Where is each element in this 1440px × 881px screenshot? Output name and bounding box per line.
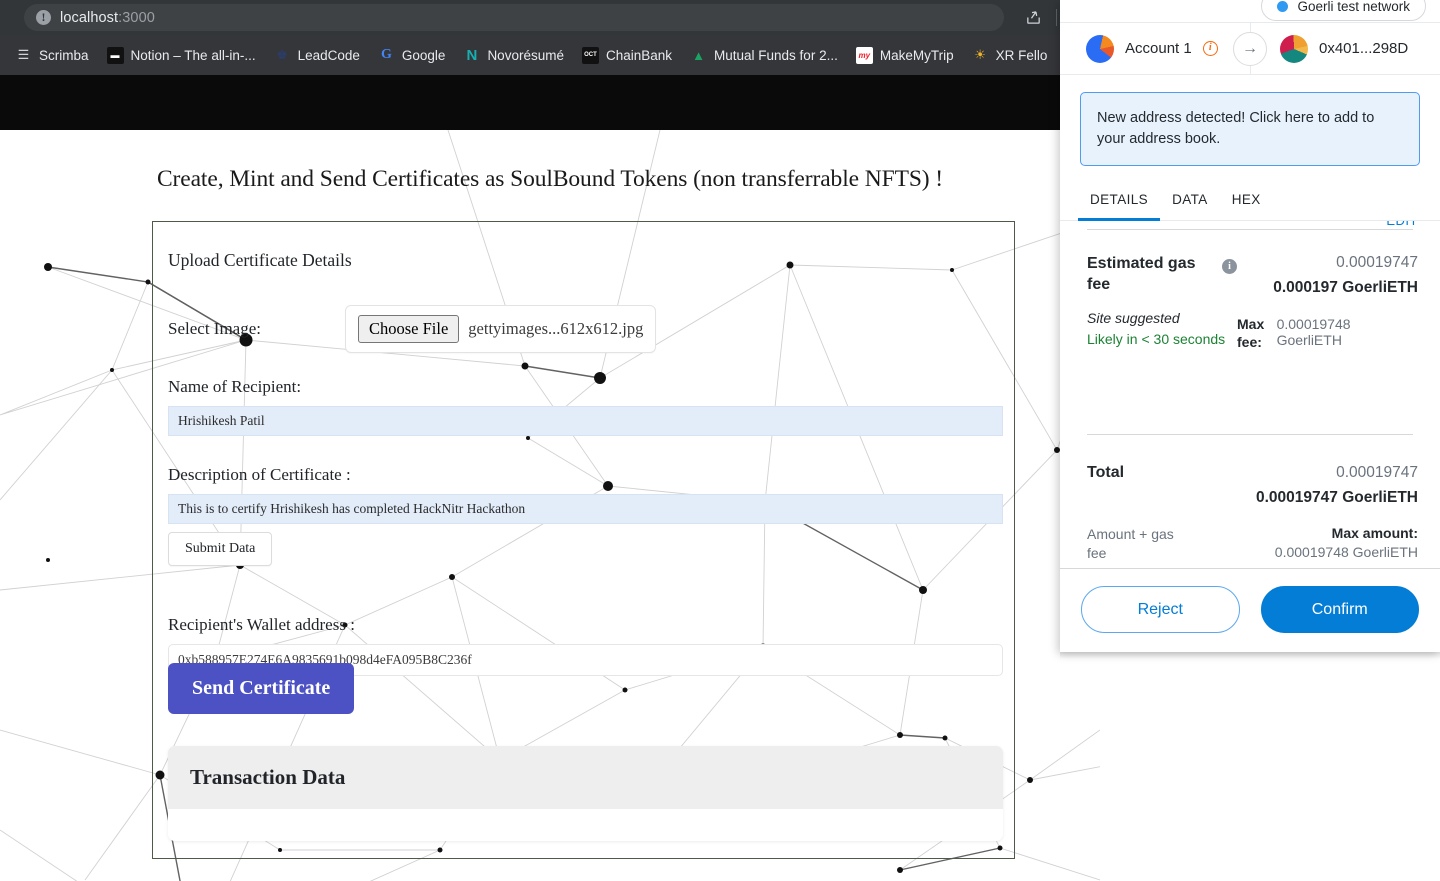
network-name: Goerli test network [1297,0,1410,14]
gas-speed-estimate: Likely in < 30 seconds [1087,331,1226,348]
max-amount-label: Max amount: [1331,525,1418,542]
bookmark-novoresume[interactable]: N Novorésumé [454,43,573,68]
bookmark-chainbank[interactable]: OCT ChainBank [573,43,681,68]
site-suggested-label: Site suggested [1087,310,1180,327]
browser-toolbar: ! localhost:3000 [0,0,1100,35]
send-certificate-button[interactable]: Send Certificate [168,663,355,714]
google-icon: G [380,47,392,62]
makemytrip-icon: my [855,46,873,64]
total-label: Total [1087,464,1125,482]
chainbank-icon: OCT [581,46,599,64]
total-block: Total 0.00019747 0.00019747 GoerliETH Am… [1087,464,1418,563]
bookmark-label: MakeMyTrip [879,47,954,63]
bookmark-scrimba[interactable]: ☰ Scrimba [6,43,98,68]
to-account[interactable]: 0x401...298D [1246,34,1440,63]
max-amount-value: 0.00019748 GoerliETH [1274,544,1418,561]
lightbulb-icon: ☀ [974,47,986,62]
from-avatar [1086,34,1114,63]
bookmark-notion[interactable]: ▬ Notion – The all-in-... [98,43,265,68]
divider-middle [1087,434,1413,436]
screen: ! localhost:3000 ☰ Scrimba ▬ Notion – Th… [0,0,1440,881]
max-fee-label: Max fee: [1237,316,1265,350]
details-body: EDIT Estimated gas fee i 0.00019747 0.00… [1060,221,1440,568]
page-content: Create, Mint and Send Certificates as So… [0,130,1100,881]
arrow-right-icon: → [1233,31,1267,66]
url-host: localhost [60,9,119,26]
chosen-file-name: gettyimages...612x612.jpg [468,319,644,338]
bookmark-mutual-funds[interactable]: ▲ Mutual Funds for 2... [681,43,847,68]
bookmark-label: Mutual Funds for 2... [714,47,838,63]
bookmark-leadcode[interactable]: ♚ LeadCode [265,43,369,68]
max-fee-value: 0.00019748 GoerliETH [1276,316,1351,349]
info-icon[interactable]: i [1202,41,1218,56]
total-fiat: 0.00019747 [1336,464,1418,482]
submit-data-button[interactable]: Submit Data [168,532,273,566]
bookmark-label: Google [401,47,446,63]
to-address: 0x401...298D [1319,40,1409,57]
amount-plus-gas-label: Amount + gas fee [1087,526,1174,561]
to-avatar [1280,34,1308,63]
network-status-dot [1277,0,1289,12]
bookmark-label: Notion – The all-in-... [130,47,256,63]
certificate-form-card: Upload Certificate Details Select Image:… [152,221,1015,859]
notion-icon: ▬ [106,46,124,64]
bookmark-label: Novorésumé [487,47,564,63]
gas-fee-eth: 0.000197 GoerliETH [1273,279,1418,297]
edit-gas-link[interactable]: EDIT [1386,221,1418,228]
file-input[interactable]: Choose File gettyimages...612x612.jpg [345,305,657,353]
bookmark-google[interactable]: G Google [369,43,455,68]
confirm-button[interactable]: Confirm [1260,586,1419,633]
page-title: Create, Mint and Send Certificates as So… [156,166,944,192]
novoresume-icon: N [466,46,478,64]
estimated-gas-fee-label: Estimated gas fee [1087,255,1196,293]
url-port: :3000 [118,9,155,26]
detail-tabs: DETAILS DATA HEX [1060,184,1440,222]
select-image-row: Select Image: Choose File gettyimages...… [168,305,657,353]
address-bar-text: localhost:3000 [60,10,155,26]
bookmark-label: ChainBank [605,47,673,63]
account-transfer-row: Account 1 i → 0x401...298D [1060,22,1440,75]
bookmark-label: Scrimba [39,47,89,63]
gas-info-icon[interactable]: i [1222,259,1237,275]
share-icon[interactable] [1019,4,1047,32]
description-input[interactable]: This is to certify Hrishikesh has comple… [168,494,1003,524]
google-drive-icon: ▲ [692,47,705,63]
choose-file-button[interactable]: Choose File [358,315,460,343]
leadcode-icon: ♚ [276,47,288,62]
toolbar-divider [1056,9,1057,26]
divider-top [1087,229,1413,231]
transaction-data-heading: Transaction Data [168,746,1003,809]
from-account[interactable]: Account 1 i [1060,34,1246,63]
scrimba-icon: ☰ [17,47,30,62]
card-heading: Upload Certificate Details [168,250,352,270]
tab-data[interactable]: DATA [1160,184,1220,221]
description-label: Description of Certificate : [168,465,351,484]
select-image-label: Select Image: [168,319,261,338]
wallet-address-label: Recipient's Wallet address : [168,615,355,634]
bookmark-xr-fellowship[interactable]: ☀ XR Fello [963,43,1057,68]
transaction-data-panel: Transaction Data [168,746,1003,841]
popup-footer: Reject Confirm [1060,568,1440,652]
reject-button[interactable]: Reject [1081,586,1240,633]
total-eth: 0.00019747 GoerliETH [1256,489,1418,507]
tab-hex[interactable]: HEX [1220,184,1273,221]
from-account-name: Account 1 [1125,40,1192,57]
bookmark-label: LeadCode [297,47,360,63]
metamask-confirmation-popup: Goerli test network Account 1 i → 0x401.… [1060,0,1440,652]
tab-details[interactable]: DETAILS [1078,184,1161,222]
network-selector[interactable]: Goerli test network [1261,0,1426,21]
bookmarks-bar: ☰ Scrimba ▬ Notion – The all-in-... ♚ Le… [0,35,1100,75]
new-address-notice[interactable]: New address detected! Click here to add … [1080,92,1420,167]
bookmark-label: XR Fello [995,47,1048,63]
estimated-gas-fee-block: Estimated gas fee i 0.00019747 0.000197 … [1087,254,1418,351]
bookmark-makemytrip[interactable]: my MakeMyTrip [847,43,963,68]
address-bar[interactable]: ! localhost:3000 [24,4,1004,31]
gas-fee-fiat: 0.00019747 [1336,254,1418,272]
page-top-band [0,75,1100,130]
name-of-recipient-input[interactable]: Hrishikesh Patil [168,406,1003,436]
not-secure-icon[interactable]: ! [36,10,51,25]
popup-drop-shadow [1060,652,1440,659]
network-row: Goerli test network [1060,0,1440,22]
name-of-recipient-label: Name of Recipient: [168,377,302,396]
